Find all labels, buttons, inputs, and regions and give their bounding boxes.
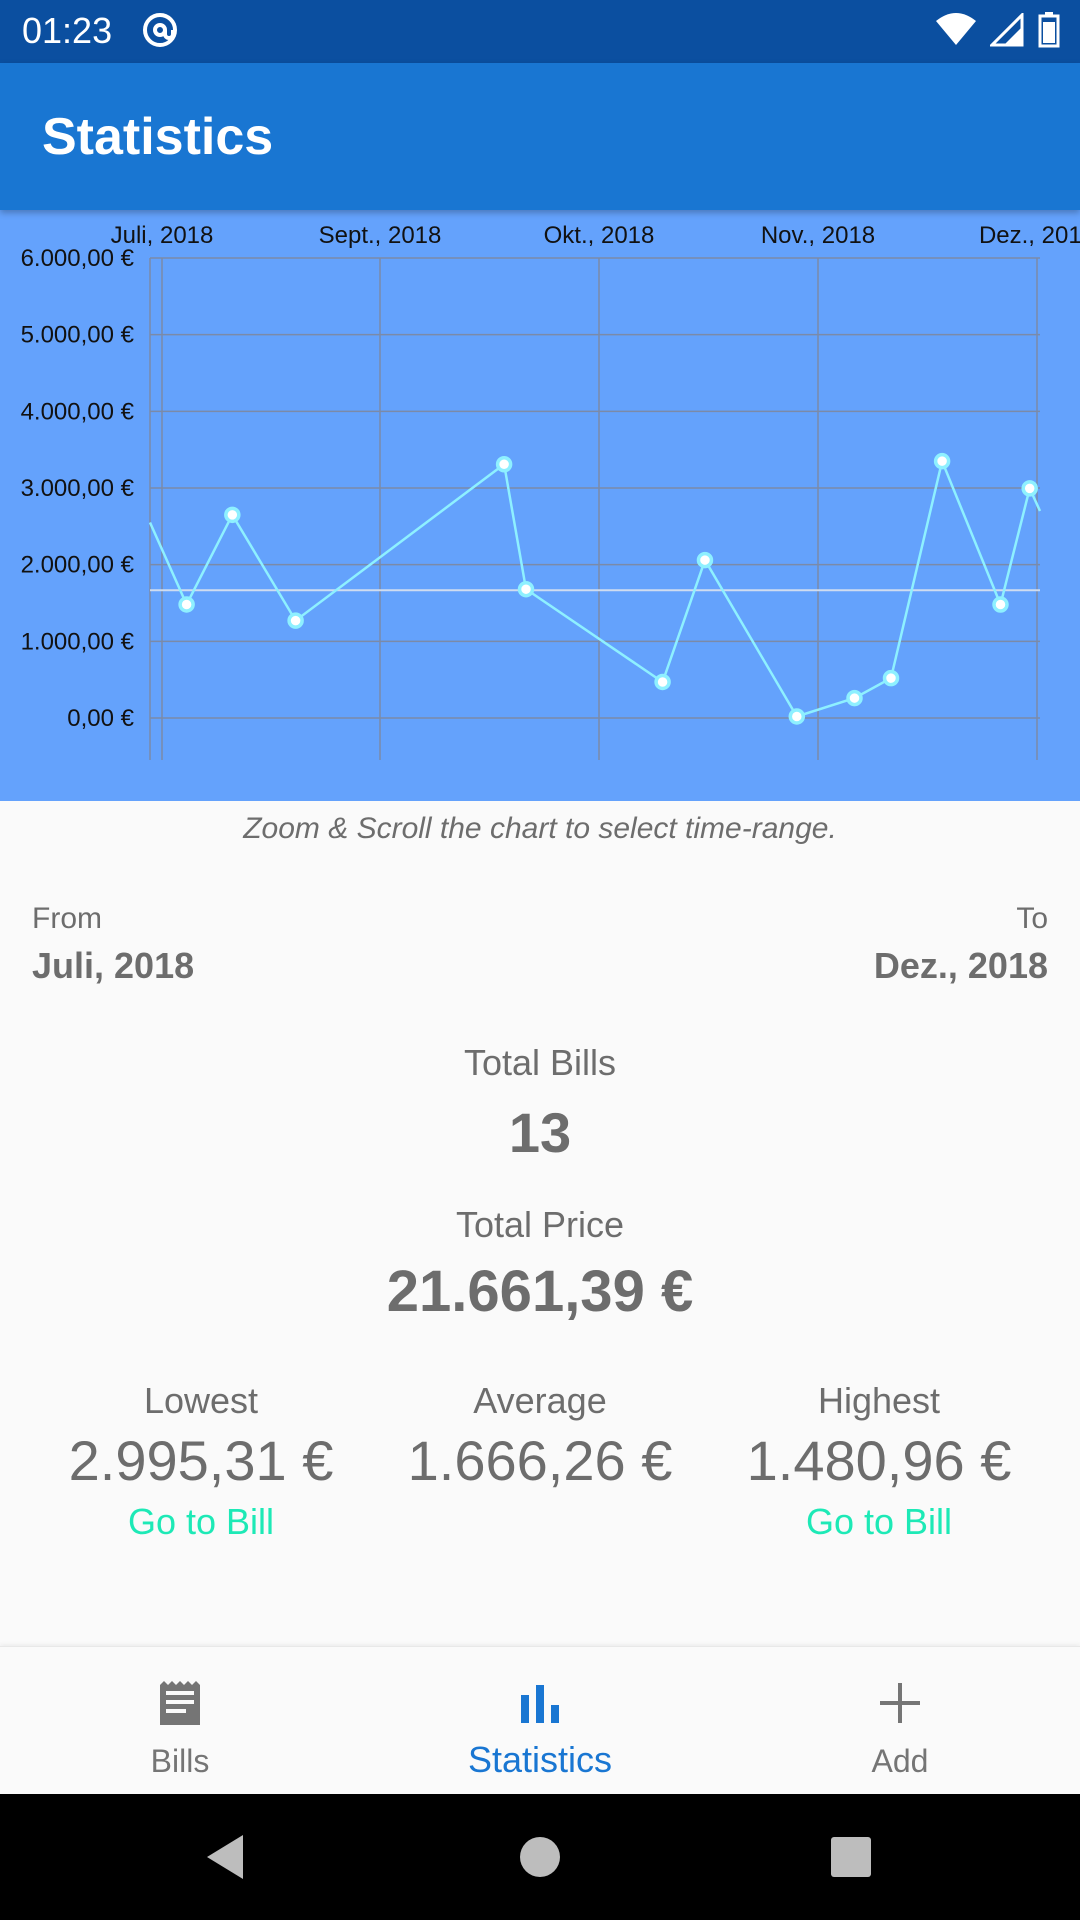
average-value: 1.666,26 € <box>407 1429 673 1492</box>
system-nav-bar <box>0 1794 1080 1920</box>
from-label: From <box>32 902 102 935</box>
y-tick-label: 2.000,00 € <box>21 552 135 579</box>
statistics-chart[interactable]: 6.000,00 € 5.000,00 € 4.000,00 € 3.000,00 €… <box>0 210 1080 801</box>
highest-label: Highest <box>817 1380 941 1421</box>
signal-icon <box>990 13 1024 47</box>
y-tick-label: 4.000,00 € <box>21 398 135 425</box>
series-line <box>148 457 1042 718</box>
average-stat: Average 1.666,26 € <box>370 1376 710 1496</box>
data-point <box>788 708 806 725</box>
battery-icon <box>1038 12 1060 48</box>
nav-label-bills: Bills <box>150 1743 210 1779</box>
total-price-value: 21.661,39 € <box>386 1259 694 1324</box>
plus-icon <box>720 1673 1080 1733</box>
from-value: Juli, 2018 <box>32 945 195 986</box>
nav-label-statistics: Statistics <box>467 1739 613 1780</box>
highest-go-to-bill-link[interactable]: Go to Bill <box>709 1496 1049 1548</box>
data-point <box>495 455 513 473</box>
x-tick-label: Dez., 2018 <box>979 222 1080 249</box>
nav-label-add: Add <box>871 1743 929 1779</box>
data-point <box>654 673 671 691</box>
nav-item-add[interactable]: Add <box>720 1647 1080 1795</box>
bar-chart-icon <box>360 1673 720 1733</box>
app-bar: Statistics <box>0 63 1080 210</box>
lowest-label: Lowest <box>143 1380 259 1421</box>
lowest-go-to-bill-link[interactable]: Go to Bill <box>31 1496 371 1548</box>
data-point <box>224 506 241 524</box>
total-price-label: Total Price <box>455 1204 625 1245</box>
x-tick-label: Nov., 2018 <box>761 222 875 249</box>
data-point <box>992 596 1009 613</box>
nav-item-statistics[interactable]: Statistics <box>360 1647 720 1795</box>
x-tick-label: Sept., 2018 <box>319 222 442 249</box>
status-icons <box>936 12 1060 48</box>
data-point <box>517 580 535 598</box>
to-label: To <box>1016 902 1048 935</box>
y-tick-label: 5.000,00 € <box>21 322 135 349</box>
page-title: Statistics <box>42 108 274 166</box>
x-tick-label: Juli, 2018 <box>111 222 214 249</box>
y-tick-label: 1.000,00 € <box>21 628 135 655</box>
status-bar: 01:23 <box>0 0 1080 63</box>
chart-hint: Zoom & Scroll the chart to select time-r… <box>243 812 837 845</box>
status-time: 01:23 <box>22 10 113 51</box>
highest-stat: Highest 1.480,96 € Go to Bill <box>709 1376 1049 1548</box>
data-point <box>287 612 304 629</box>
x-tick-label: Okt., 2018 <box>544 222 655 249</box>
y-tick-label: 3.000,00 € <box>21 475 135 502</box>
y-tick-label: 0,00 € <box>67 705 134 732</box>
data-point <box>882 669 900 687</box>
data-point <box>696 551 714 569</box>
data-point <box>933 452 951 470</box>
at-sign-icon <box>140 10 180 55</box>
chart-svg[interactable]: 6.000,00 € 5.000,00 € 4.000,00 € 3.000,00 €… <box>0 210 1080 801</box>
recents-icon[interactable] <box>821 1827 881 1887</box>
lowest-stat: Lowest 2.995,31 € Go to Bill <box>31 1376 371 1548</box>
back-icon[interactable] <box>195 1827 255 1887</box>
home-icon[interactable] <box>510 1827 570 1887</box>
data-point <box>178 596 195 613</box>
y-tick-label: 6.000,00 € <box>21 245 135 272</box>
to-value: Dez., 2018 <box>873 945 1048 986</box>
total-bills-label: Total Bills <box>463 1042 617 1083</box>
bottom-nav: Bills Statistics Add <box>0 1646 1080 1795</box>
wifi-icon <box>936 13 976 45</box>
lowest-value: 2.995,31 € <box>68 1429 334 1492</box>
average-label: Average <box>473 1380 607 1421</box>
receipt-icon <box>0 1673 360 1733</box>
data-point <box>846 689 863 707</box>
data-point <box>1021 480 1038 497</box>
highest-value: 1.480,96 € <box>746 1429 1012 1492</box>
total-bills-value: 13 <box>508 1101 572 1164</box>
nav-item-bills[interactable]: Bills <box>0 1647 360 1795</box>
